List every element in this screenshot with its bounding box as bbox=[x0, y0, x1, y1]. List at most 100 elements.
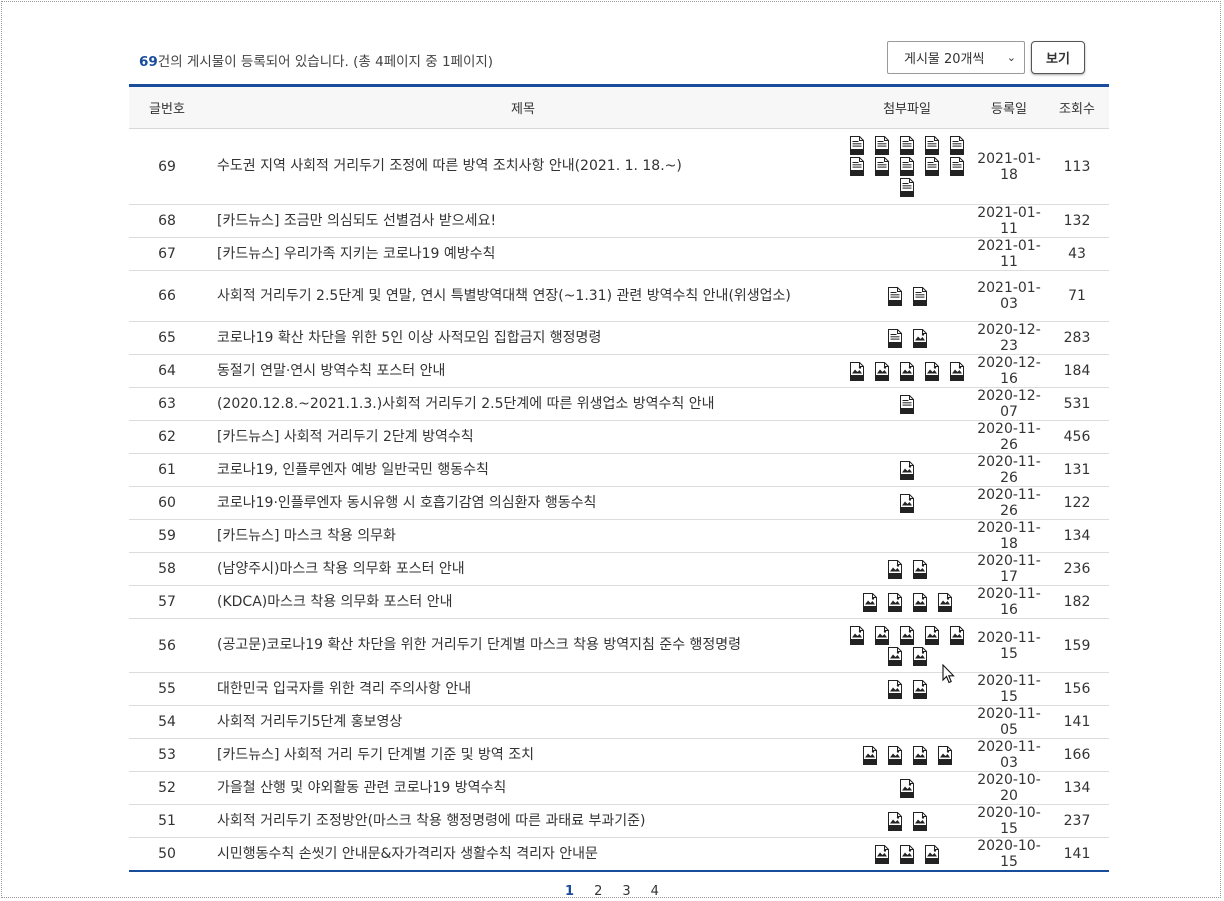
attachment-list bbox=[843, 559, 971, 579]
jpg-file-icon[interactable] bbox=[912, 811, 928, 831]
post-title-link[interactable]: (공고문)코로나19 확산 차단을 위한 거리두기 단계별 마스크 착용 방역지… bbox=[205, 618, 841, 673]
jpg-file-icon[interactable] bbox=[887, 646, 903, 666]
jpg-file-icon[interactable] bbox=[912, 592, 928, 612]
jpg-file-icon[interactable] bbox=[887, 559, 903, 579]
hwp-file-icon[interactable] bbox=[912, 286, 928, 306]
post-title-link[interactable]: 대한민국 입국자를 위한 격리 주의사항 안내 bbox=[205, 672, 841, 706]
post-date: 2020-11-03 bbox=[973, 738, 1045, 772]
attachment-cell bbox=[841, 270, 973, 322]
table-row: 55 대한민국 입국자를 위한 격리 주의사항 안내 2020-11-15 156 bbox=[129, 672, 1109, 706]
post-number: 50 bbox=[129, 837, 205, 872]
jpg-file-icon[interactable] bbox=[912, 745, 928, 765]
jpg-file-icon[interactable] bbox=[924, 625, 940, 645]
post-views: 122 bbox=[1045, 486, 1109, 520]
post-title-link[interactable]: 수도권 지역 사회적 거리두기 조정에 따른 방역 조치사항 안내(2021. … bbox=[205, 128, 841, 205]
pdf-file-icon[interactable] bbox=[849, 625, 865, 645]
attachment-cell bbox=[841, 354, 973, 388]
post-title-link[interactable]: [카드뉴스] 마스크 착용 의무화 bbox=[205, 519, 841, 553]
attachment-cell bbox=[841, 453, 973, 487]
hwp-file-icon[interactable] bbox=[899, 157, 915, 176]
post-table: 글번호 제목 첨부파일 등록일 조회수 69 수도권 지역 사회적 거리두기 조정… bbox=[129, 84, 1109, 872]
hwp-file-icon[interactable] bbox=[924, 157, 940, 176]
table-row: 61 코로나19, 인플루엔자 예방 일반국민 행동수칙 2020-11-26 131 bbox=[129, 453, 1109, 487]
jpg-file-icon[interactable] bbox=[874, 625, 890, 645]
jpg-file-icon[interactable] bbox=[949, 361, 965, 381]
jpg-file-icon[interactable] bbox=[912, 328, 928, 348]
jpg-file-icon[interactable] bbox=[899, 460, 915, 480]
post-number: 67 bbox=[129, 237, 205, 271]
page-link-1[interactable]: 1 bbox=[565, 884, 574, 899]
attachment-cell bbox=[841, 387, 973, 421]
hwp-file-icon[interactable] bbox=[849, 157, 865, 176]
view-button[interactable]: 보기 bbox=[1031, 41, 1085, 74]
jpg-file-icon[interactable] bbox=[899, 778, 915, 798]
hwp-file-icon[interactable] bbox=[899, 178, 915, 197]
post-title-link[interactable]: (KDCA)마스크 착용 의무화 포스터 안내 bbox=[205, 585, 841, 619]
hwp-file-icon[interactable] bbox=[887, 286, 903, 306]
post-count: 69 bbox=[139, 54, 158, 70]
jpg-file-icon[interactable] bbox=[937, 592, 953, 612]
hwp-file-icon[interactable] bbox=[949, 136, 965, 155]
post-title-link[interactable]: (2020.12.8.~2021.1.3.)사회적 거리두기 2.5단계에 따른… bbox=[205, 387, 841, 421]
table-row: 52 가을철 산행 및 야외활동 관련 코로나19 방역수칙 2020-10-20 1… bbox=[129, 771, 1109, 805]
col-header-title: 제목 bbox=[205, 84, 841, 129]
attachment-list bbox=[843, 328, 971, 348]
post-title-link[interactable]: 가을철 산행 및 야외활동 관련 코로나19 방역수칙 bbox=[205, 771, 841, 805]
page-link-3[interactable]: 3 bbox=[622, 884, 630, 899]
per-page-select[interactable]: 게시물 20개씩 ⌄ bbox=[887, 41, 1025, 74]
hwp-file-icon[interactable] bbox=[949, 157, 965, 176]
jpg-file-icon[interactable] bbox=[874, 844, 890, 864]
jpg-file-icon[interactable] bbox=[899, 493, 915, 513]
jpg-file-icon[interactable] bbox=[887, 745, 903, 765]
jpg-file-icon[interactable] bbox=[912, 679, 928, 699]
jpg-file-icon[interactable] bbox=[887, 679, 903, 699]
page-link-4[interactable]: 4 bbox=[651, 884, 659, 899]
jpg-file-icon[interactable] bbox=[924, 361, 940, 381]
post-title-link[interactable]: [카드뉴스] 사회적 거리 두기 단계별 기준 및 방역 조치 bbox=[205, 738, 841, 772]
jpg-file-icon[interactable] bbox=[949, 625, 965, 645]
post-title-link[interactable]: 사회적 거리두기 2.5단계 및 연말, 연시 특별방역대책 연장(~1.31)… bbox=[205, 270, 841, 322]
hwp-file-icon[interactable] bbox=[887, 328, 903, 348]
post-title-link[interactable]: [카드뉴스] 조금만 의심되도 선별검사 받으세요! bbox=[205, 204, 841, 238]
post-title-link[interactable]: 시민행동수칙 손씻기 안내문&자가격리자 생활수칙 격리자 안내문 bbox=[205, 837, 841, 872]
table-row: 59 [카드뉴스] 마스크 착용 의무화 2020-11-18 134 bbox=[129, 519, 1109, 553]
hwp-file-icon[interactable] bbox=[874, 136, 890, 155]
hwp-file-icon[interactable] bbox=[899, 394, 915, 414]
post-title-link[interactable]: 코로나19, 인플루엔자 예방 일반국민 행동수칙 bbox=[205, 453, 841, 487]
jpg-file-icon[interactable] bbox=[912, 646, 928, 666]
pdf-file-icon[interactable] bbox=[862, 745, 878, 765]
jpg-file-icon[interactable] bbox=[874, 361, 890, 381]
page-link-2[interactable]: 2 bbox=[594, 884, 602, 899]
post-title-link[interactable]: 사회적 거리두기 조정방안(마스크 착용 행정명령에 따른 과태료 부과기준) bbox=[205, 804, 841, 838]
jpg-file-icon[interactable] bbox=[899, 625, 915, 645]
jpg-file-icon[interactable] bbox=[862, 592, 878, 612]
post-title-link[interactable]: (남양주시)마스크 착용 의무화 포스터 안내 bbox=[205, 552, 841, 586]
jpg-file-icon[interactable] bbox=[937, 745, 953, 765]
post-title-link[interactable]: 사회적 거리두기5단계 홍보영상 bbox=[205, 705, 841, 739]
attachment-cell bbox=[841, 804, 973, 838]
hwp-file-icon[interactable] bbox=[849, 136, 865, 155]
jpg-file-icon[interactable] bbox=[924, 844, 940, 864]
post-title-link[interactable]: [카드뉴스] 사회적 거리두기 2단계 방역수칙 bbox=[205, 420, 841, 454]
hwp-file-icon[interactable] bbox=[899, 136, 915, 155]
jpg-file-icon[interactable] bbox=[887, 592, 903, 612]
post-views: 141 bbox=[1045, 837, 1109, 872]
jpg-file-icon[interactable] bbox=[912, 559, 928, 579]
attachment-list bbox=[843, 394, 971, 414]
jpg-file-icon[interactable] bbox=[849, 361, 865, 381]
post-number: 57 bbox=[129, 585, 205, 619]
post-title-link[interactable]: 코로나19·인플루엔자 동시유행 시 호흡기감염 의심환자 행동수칙 bbox=[205, 486, 841, 520]
attachment-cell bbox=[841, 705, 973, 739]
post-title-link[interactable]: 동절기 연말·연시 방역수칙 포스터 안내 bbox=[205, 354, 841, 388]
hwp-file-icon[interactable] bbox=[874, 157, 890, 176]
jpg-file-icon[interactable] bbox=[899, 361, 915, 381]
post-title-link[interactable]: [카드뉴스] 우리가족 지키는 코로나19 예방수칙 bbox=[205, 237, 841, 271]
post-number: 52 bbox=[129, 771, 205, 805]
hwp-file-icon[interactable] bbox=[924, 136, 940, 155]
board: 69건의 게시물이 등록되어 있습니다. (총 4페이지 중 1페이지) 게시물… bbox=[129, 40, 1109, 872]
post-title-link[interactable]: 코로나19 확산 차단을 위한 5인 이상 사적모임 집합금지 행정명령 bbox=[205, 321, 841, 355]
attachment-list bbox=[843, 592, 971, 612]
jpg-file-icon[interactable] bbox=[899, 844, 915, 864]
post-number: 58 bbox=[129, 552, 205, 586]
pdf-file-icon[interactable] bbox=[887, 811, 903, 831]
